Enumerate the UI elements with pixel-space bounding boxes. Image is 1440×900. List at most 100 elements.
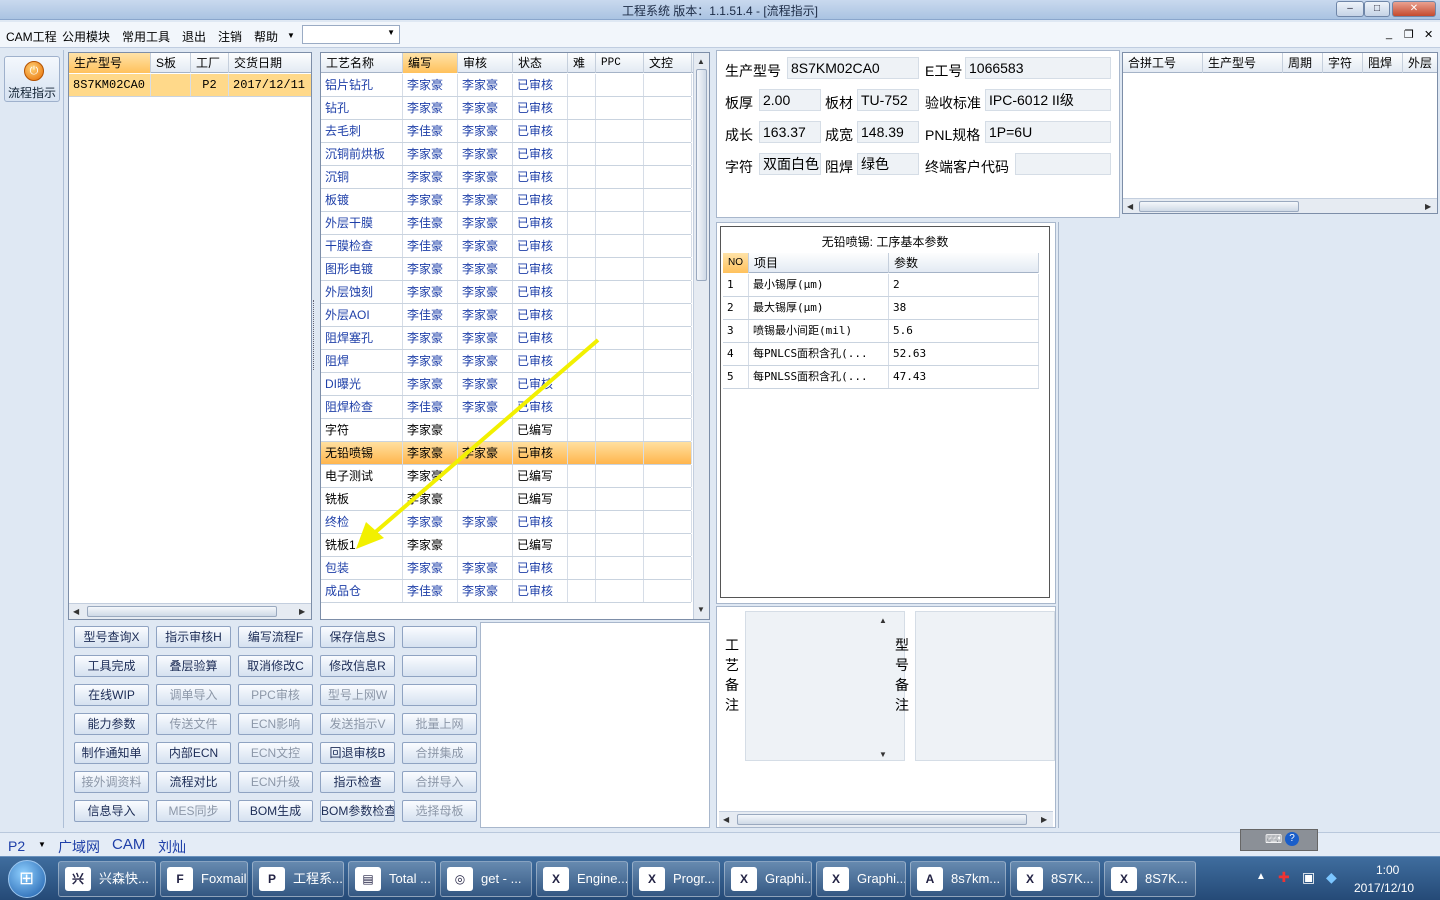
combine-grid-hscroll[interactable]: ◀ ▶ [1123,198,1437,213]
table-row[interactable]: 去毛刺 李佳豪 李家豪 已审核 [321,120,692,143]
scroll-left-icon[interactable]: ◀ [73,607,79,616]
function-button[interactable] [402,684,477,706]
taskbar-app[interactable]: 兴兴森快... [58,861,156,897]
plant-dropdown-icon[interactable]: ▼ [38,840,46,849]
col-combine-no[interactable]: 合拼工号 [1123,53,1203,73]
function-button[interactable]: 型号查询X [74,626,149,648]
col-outer-layer[interactable]: 外层 [1403,53,1437,73]
function-button[interactable]: 指示审核H [156,626,231,648]
process-remarks-field[interactable]: ▲ ▼ [745,611,905,761]
table-row[interactable]: 1 最小锡厚(μm) 2 [723,274,1039,297]
function-button[interactable]: 制作通知单 [74,742,149,764]
function-button[interactable]: 保存信息S [320,626,395,648]
function-button[interactable]: 修改信息R [320,655,395,677]
function-button[interactable]: MES同步 [156,800,231,822]
mdi-minimize-icon[interactable]: _ [1386,28,1392,40]
col-delivery-date[interactable]: 交货日期 [229,53,311,73]
plant-selector[interactable]: P2 [8,838,25,854]
scroll-down-icon[interactable]: ▼ [697,605,705,614]
function-button[interactable]: 工具完成 [74,655,149,677]
table-row[interactable]: 2 最大锡厚(μm) 38 [723,297,1039,320]
table-row[interactable]: 图形电镀 李家豪 李家豪 已审核 [321,258,692,281]
function-button[interactable]: 合拼集成 [402,742,477,764]
tray-expand-icon[interactable]: ▲ [1256,871,1266,882]
taskbar-app[interactable]: F Foxmail [160,861,248,897]
order-grid-hscroll[interactable]: ◀ ▶ [69,603,311,619]
menu-logout[interactable]: 注销 [218,28,242,45]
function-button[interactable]: 发送指示V [320,713,395,735]
function-button[interactable]: 合拼导入 [402,771,477,793]
menu-common-modules[interactable]: 公用模块 [62,28,110,45]
model-remarks-field[interactable] [915,611,1055,761]
col-combine-model[interactable]: 生产型号 [1203,53,1283,73]
function-button[interactable]: 传送文件 [156,713,231,735]
col-period[interactable]: 周期 [1283,53,1323,73]
function-button[interactable]: 信息导入 [74,800,149,822]
menu-exit[interactable]: 退出 [182,28,206,45]
scroll-thumb[interactable] [696,69,707,281]
scroll-left-icon[interactable]: ◀ [723,815,729,824]
function-button[interactable]: 能力参数 [74,713,149,735]
menu-cam[interactable]: CAM工程 [6,28,57,45]
function-button[interactable]: 批量上网 [402,713,477,735]
function-button[interactable] [402,655,477,677]
function-button[interactable]: 接外调资料 [74,771,149,793]
col-value[interactable]: 参数 [889,253,1039,273]
function-button[interactable]: 流程对比 [156,771,231,793]
function-button[interactable]: 选择母板 [402,800,477,822]
close-button[interactable]: ✕ [1392,1,1436,17]
function-button[interactable]: 内部ECN [156,742,231,764]
table-row[interactable]: 钻孔 李家豪 李家豪 已审核 [321,97,692,120]
col-item[interactable]: 项目 [749,253,889,273]
function-button[interactable]: BOM生成 [238,800,313,822]
table-row[interactable]: 干膜检查 李佳豪 李家豪 已审核 [321,235,692,258]
function-button[interactable] [402,626,477,648]
scroll-up-icon[interactable]: ▲ [697,57,705,66]
material-field[interactable]: TU-752 [857,89,919,111]
menu-help[interactable]: 帮助 [254,28,278,45]
flow-indicator-button[interactable]: ⏻ 流程指示 [4,56,60,102]
table-row[interactable]: 沉铜前烘板 李家豪 李家豪 已审核 [321,143,692,166]
col-factory[interactable]: 工厂 [191,53,229,73]
taskbar-app[interactable]: X 8S7K... [1104,861,1196,897]
remarks-hscroll[interactable]: ◀ ▶ [719,811,1053,827]
scroll-down-icon[interactable]: ▼ [879,750,887,759]
taskbar-app[interactable]: X 8S7K... [1010,861,1100,897]
minimize-button[interactable]: – [1336,1,1364,17]
col-solder-mask[interactable]: 阻焊 [1363,53,1403,73]
character-field[interactable]: 双面白色 [759,153,821,175]
table-row[interactable]: 外层AOI 李佳豪 李家豪 已审核 [321,304,692,327]
scroll-right-icon[interactable]: ▶ [1041,815,1047,824]
table-row[interactable]: 铝片钻孔 李家豪 李家豪 已审核 [321,74,692,97]
function-button[interactable]: 指示检查 [320,771,395,793]
table-row[interactable]: 外层干膜 李佳豪 李家豪 已审核 [321,212,692,235]
taskbar-app[interactable]: A 8s7km... [910,861,1006,897]
width-field[interactable]: 148.39 [857,121,919,143]
keyboard-icon[interactable]: ⌨ [1265,832,1282,846]
model-field[interactable]: 8S7KM02CA0 [787,57,919,79]
mdi-close-icon[interactable]: ✕ [1424,28,1433,41]
col-reviewer[interactable]: 审核 [458,53,513,73]
start-button[interactable]: ⊞ [8,860,46,898]
process-grid-vscroll[interactable]: ▲ ▼ [693,53,709,619]
taskbar-app[interactable]: X Graphi... [724,861,812,897]
taskbar-app[interactable]: X Engine... [536,861,628,897]
length-field[interactable]: 163.37 [759,121,821,143]
col-model[interactable]: 生产型号 [69,53,151,73]
solder-mask-field[interactable]: 绿色 [857,153,919,175]
col-status[interactable]: 状态 [513,53,568,73]
tray-app-icon[interactable]: ✚ [1278,869,1290,886]
table-row[interactable]: 成品仓 李佳豪 李家豪 已审核 [321,580,692,603]
scroll-thumb[interactable] [1139,201,1299,212]
customer-code-field[interactable] [1015,153,1111,175]
thickness-field[interactable]: 2.00 [759,89,821,111]
scroll-right-icon[interactable]: ▶ [1425,202,1431,211]
help-icon[interactable]: ? [1285,832,1299,846]
clock-time[interactable]: 1:00 [1376,863,1399,877]
function-button[interactable]: ECN影响 [238,713,313,735]
taskbar-app[interactable]: ▤ Total ... [348,861,436,897]
standard-field[interactable]: IPC-6012 II级 [985,89,1111,111]
volume-icon[interactable]: ◆ [1326,869,1337,886]
function-button[interactable]: 调单导入 [156,684,231,706]
col-character[interactable]: 字符 [1323,53,1363,73]
